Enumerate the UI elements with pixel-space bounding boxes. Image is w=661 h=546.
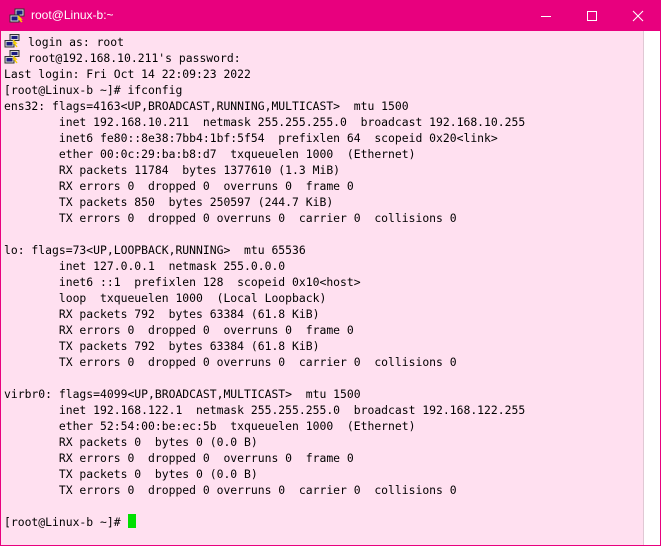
terminal-line: inet6 fe80::8e38:7bb4:1bf:5f54 prefixlen…: [4, 131, 498, 145]
terminal-lines: login as: root root@192.168.10.211's pas…: [4, 34, 525, 530]
terminal-line: virbr0: flags=4099<UP,BROADCAST,MULTICAS…: [4, 387, 361, 401]
terminal-line: login as: root: [4, 34, 525, 50]
close-button[interactable]: [615, 1, 660, 31]
terminal-line: RX errors 0 dropped 0 overruns 0 frame 0: [4, 323, 354, 337]
terminal-line: TX packets 850 bytes 250597 (244.7 KiB): [4, 195, 334, 209]
terminal-line: RX errors 0 dropped 0 overruns 0 frame 0: [4, 451, 354, 465]
terminal-line: TX packets 0 bytes 0 (0.0 B): [4, 467, 258, 481]
terminal-line: [root@Linux-b ~]# ifconfig: [4, 83, 183, 97]
terminal-line: inet6 ::1 prefixlen 128 scopeid 0x10<hos…: [4, 275, 361, 289]
vertical-scrollbar[interactable]: [643, 31, 660, 545]
prompt-text: [root@Linux-b ~]#: [4, 515, 128, 529]
terminal-line: RX packets 792 bytes 63384 (61.8 KiB): [4, 307, 320, 321]
terminal-line: TX errors 0 dropped 0 overruns 0 carrier…: [4, 483, 457, 497]
terminal-window: root@Linux-b:~ login as: root root@192.1…: [0, 0, 661, 546]
putty-icon[interactable]: [9, 8, 25, 24]
title-bar[interactable]: root@Linux-b:~: [1, 1, 660, 31]
terminal-line: RX errors 0 dropped 0 overruns 0 frame 0: [4, 179, 354, 193]
prompt-line[interactable]: [root@Linux-b ~]#: [4, 514, 525, 530]
close-icon: [632, 10, 644, 22]
terminal-line: inet 192.168.122.1 netmask 255.255.255.0…: [4, 403, 526, 417]
terminal-line: TX packets 792 bytes 63384 (61.8 KiB): [4, 339, 320, 353]
terminal-line: RX packets 11784 bytes 1377610 (1.3 MiB): [4, 163, 341, 177]
terminal-line: RX packets 0 bytes 0 (0.0 B): [4, 435, 258, 449]
text-cursor: [128, 514, 137, 528]
terminal-line: inet 127.0.0.1 netmask 255.0.0.0: [4, 259, 286, 273]
terminal-line: ether 52:54:00:be:ec:5b txqueuelen 1000 …: [4, 419, 416, 433]
putty-icon: [4, 50, 20, 64]
terminal-line: loop txqueuelen 1000 (Local Loopback): [4, 291, 327, 305]
terminal-line: inet 192.168.10.211 netmask 255.255.255.…: [4, 115, 526, 129]
terminal-line: Last login: Fri Oct 14 22:09:23 2022: [4, 67, 251, 81]
minimize-icon: [541, 16, 551, 17]
putty-icon: [4, 34, 20, 48]
maximize-button[interactable]: [569, 1, 615, 31]
terminal-line: ens32: flags=4163<UP,BROADCAST,RUNNING,M…: [4, 99, 409, 113]
terminal-line: root@192.168.10.211's password:: [4, 50, 525, 66]
terminal-output[interactable]: login as: root root@192.168.10.211's pas…: [1, 31, 643, 545]
terminal-line: ether 00:0c:29:ba:b8:d7 txqueuelen 1000 …: [4, 147, 416, 161]
window-title: root@Linux-b:~: [31, 8, 114, 22]
terminal-line: TX errors 0 dropped 0 overruns 0 carrier…: [4, 355, 457, 369]
minimize-button[interactable]: [523, 1, 569, 31]
terminal-line: TX errors 0 dropped 0 overruns 0 carrier…: [4, 211, 457, 225]
terminal-line: lo: flags=73<UP,LOOPBACK,RUNNING> mtu 65…: [4, 243, 306, 257]
maximize-icon: [587, 11, 597, 21]
